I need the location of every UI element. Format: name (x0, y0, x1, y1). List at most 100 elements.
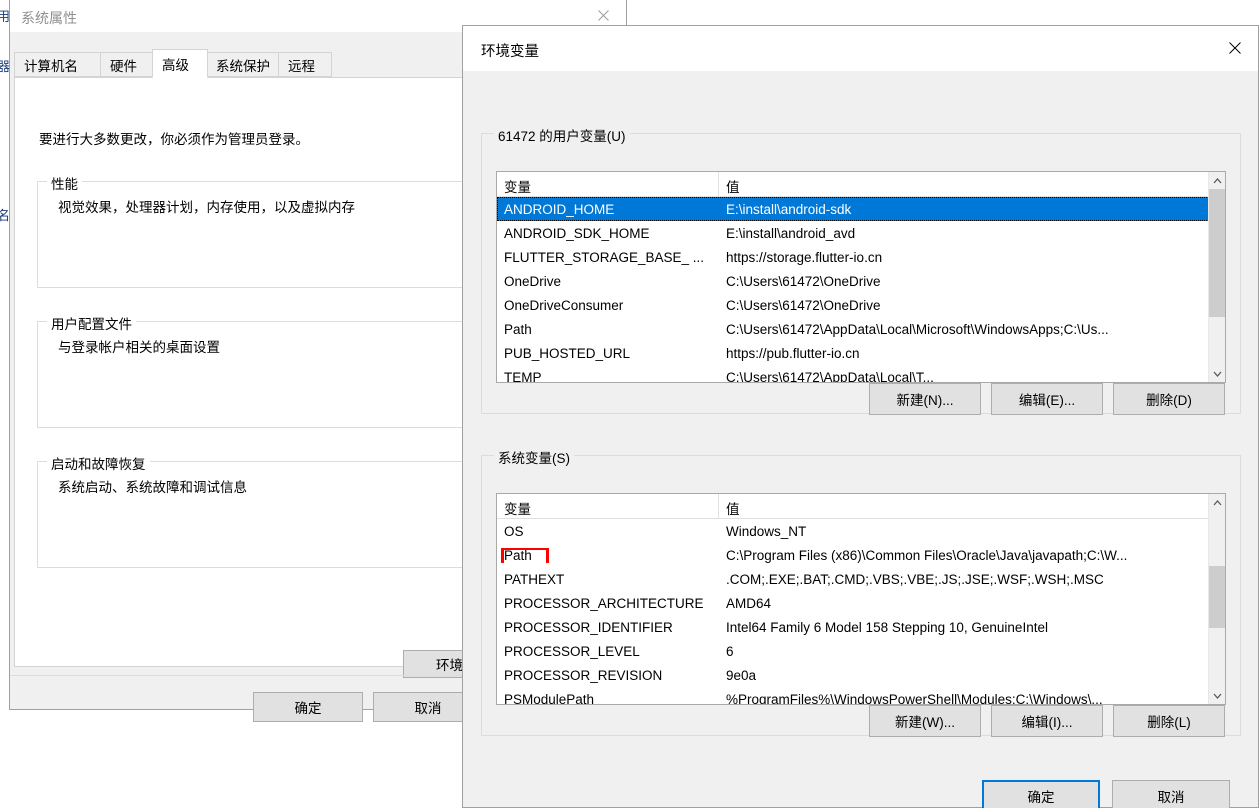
system-edit-button[interactable]: 编辑(I)... (991, 705, 1103, 737)
system-variables-scroll-thumb[interactable] (1209, 566, 1225, 628)
variable-name: OneDriveConsumer (504, 297, 624, 313)
variable-value: AMD64 (726, 595, 772, 611)
performance-group-label: 性能 (47, 173, 82, 193)
system-variables-scrollbar[interactable] (1208, 494, 1225, 704)
variable-value: E:\install\android_avd (726, 225, 856, 241)
variable-name-cell: Path (497, 547, 719, 563)
chevron-up-icon[interactable] (1209, 172, 1225, 189)
system-new-button[interactable]: 新建(W)... (869, 705, 981, 737)
screen: 用 器 名 系统属性 计算机名 硬件 高级 系统保护 远程 要进行大多数更改，你… (0, 0, 1259, 808)
tab-computer-name[interactable]: 计算机名 (14, 52, 102, 77)
table-row[interactable]: PROCESSOR_REVISION 9e0a (497, 663, 1225, 687)
variable-name: OneDrive (504, 273, 562, 289)
background-fragment-3: 名 (0, 208, 9, 223)
user-delete-button[interactable]: 删除(D) (1113, 383, 1225, 415)
table-row[interactable]: ANDROID_HOME E:\install\android-sdk (497, 197, 1225, 221)
variable-name: PUB_HOSTED_URL (504, 345, 631, 361)
tab-remote[interactable]: 远程 (278, 52, 332, 77)
tab-system-protection[interactable]: 系统保护 (206, 52, 280, 77)
variable-name: PROCESSOR_REVISION (504, 667, 663, 683)
user-profiles-group-text: 与登录帐户相关的桌面设置 (58, 340, 220, 355)
table-row[interactable]: PROCESSOR_IDENTIFIER Intel64 Family 6 Mo… (497, 615, 1225, 639)
variable-value: %ProgramFiles%\WindowsPowerShell\Modules… (726, 691, 1103, 705)
user-variables-group-label: 61472 的用户变量(U) (494, 125, 630, 145)
variable-name: PROCESSOR_ARCHITECTURE (504, 595, 704, 611)
environment-variables-title: 环境变量 (481, 44, 539, 60)
system-variables-list[interactable]: 变量 值 OS Windows_NT Path C:\Program Files… (496, 493, 1226, 705)
user-variables-col-name[interactable]: 变量 (497, 172, 719, 197)
system-delete-button[interactable]: 删除(L) (1113, 705, 1225, 737)
variable-name: Path (504, 547, 532, 563)
variable-name: FLUTTER_STORAGE_BASE_ ... (504, 249, 705, 265)
table-row[interactable]: Path C:\Program Files (x86)\Common Files… (497, 543, 1225, 567)
user-variables-rows: ANDROID_HOME E:\install\android-sdk ANDR… (497, 197, 1225, 382)
system-properties-title: 系统属性 (21, 10, 77, 26)
table-row[interactable]: FLUTTER_STORAGE_BASE_ ... https://storag… (497, 245, 1225, 269)
variable-value: C:\Program Files (x86)\Common Files\Orac… (726, 547, 1128, 563)
user-variables-list[interactable]: 变量 值 ANDROID_HOME E:\install\android-sdk… (496, 171, 1226, 383)
variable-name: PATHEXT (504, 571, 565, 587)
variable-name: ANDROID_HOME (504, 201, 615, 217)
startup-recovery-group-text: 系统启动、系统故障和调试信息 (58, 480, 247, 495)
table-row[interactable]: PUB_HOSTED_URL https://pub.flutter-io.cn (497, 341, 1225, 365)
table-row[interactable]: PROCESSOR_LEVEL 6 (497, 639, 1225, 663)
user-new-button[interactable]: 新建(N)... (869, 383, 981, 415)
table-row[interactable]: Path C:\Users\61472\AppData\Local\Micros… (497, 317, 1225, 341)
variable-value: 9e0a (726, 667, 757, 683)
system-variables-col-name[interactable]: 变量 (497, 494, 719, 519)
variable-value: C:\Users\61472\AppData\Local\T... (726, 369, 934, 383)
system-variables-group-label: 系统变量(S) (494, 447, 574, 467)
variable-name: PROCESSOR_IDENTIFIER (504, 619, 673, 635)
variable-value: 6 (726, 643, 734, 659)
background-fragment-2: 器 (0, 59, 9, 74)
environment-variables-titlebar[interactable]: 环境变量 (463, 26, 1258, 71)
variable-value: E:\install\android-sdk (726, 201, 852, 217)
system-properties-ok-button[interactable]: 确定 (253, 692, 363, 722)
user-edit-button[interactable]: 编辑(E)... (991, 383, 1103, 415)
user-variables-col-value[interactable]: 值 (719, 172, 1225, 197)
background-window-sliver[interactable]: 用 器 名 (0, 0, 9, 808)
system-variables-rows: OS Windows_NT Path C:\Program Files (x86… (497, 519, 1225, 704)
environment-variables-dialog: 环境变量 61472 的用户变量(U) 变量 值 ANDROID_HOME E:… (462, 25, 1259, 808)
tab-advanced[interactable]: 高级 (152, 49, 208, 78)
user-variables-scroll-thumb[interactable] (1209, 189, 1225, 317)
variable-value: .COM;.EXE;.BAT;.CMD;.VBS;.VBE;.JS;.JSE;.… (726, 571, 1104, 587)
chevron-up-icon[interactable] (1209, 494, 1225, 511)
variable-name: TEMP (504, 369, 542, 383)
variable-value: C:\Users\61472\AppData\Local\Microsoft\W… (726, 321, 1109, 337)
chevron-down-icon[interactable] (1209, 365, 1225, 382)
variable-value: https://pub.flutter-io.cn (726, 345, 860, 361)
user-variables-scrollbar[interactable] (1208, 172, 1225, 382)
variable-value: Intel64 Family 6 Model 158 Stepping 10, … (726, 619, 1048, 635)
startup-recovery-group-label: 启动和故障恢复 (47, 453, 150, 473)
environment-variables-content: 61472 的用户变量(U) 变量 值 ANDROID_HOME E:\inst… (463, 71, 1258, 808)
table-row[interactable]: PATHEXT .COM;.EXE;.BAT;.CMD;.VBS;.VBE;.J… (497, 567, 1225, 591)
system-variables-col-value[interactable]: 值 (719, 494, 1225, 519)
chevron-down-icon[interactable] (1209, 687, 1225, 704)
variable-value: https://storage.flutter-io.cn (726, 249, 883, 265)
tab-hardware[interactable]: 硬件 (100, 52, 154, 77)
table-row[interactable]: ANDROID_SDK_HOME E:\install\android_avd (497, 221, 1225, 245)
table-row[interactable]: OneDrive C:\Users\61472\OneDrive (497, 269, 1225, 293)
table-row[interactable]: PSModulePath %ProgramFiles%\WindowsPower… (497, 687, 1225, 705)
variable-name: PSModulePath (504, 691, 595, 705)
variable-name: ANDROID_SDK_HOME (504, 225, 650, 241)
table-row[interactable]: TEMP C:\Users\61472\AppData\Local\T... (497, 365, 1225, 383)
table-row[interactable]: PROCESSOR_ARCHITECTURE AMD64 (497, 591, 1225, 615)
admin-notice-text: 要进行大多数更改，你必须作为管理员登录。 (39, 132, 309, 147)
user-profiles-group-label: 用户配置文件 (47, 313, 136, 333)
table-row[interactable]: OS Windows_NT (497, 519, 1225, 543)
variable-name: Path (504, 321, 532, 337)
performance-group-text: 视觉效果，处理器计划，内存使用，以及虚拟内存 (58, 200, 355, 215)
variable-name: PROCESSOR_LEVEL (504, 643, 640, 659)
close-icon[interactable] (1212, 26, 1258, 70)
environment-ok-button[interactable]: 确定 (982, 780, 1100, 808)
user-variables-list-header: 变量 值 (497, 172, 1225, 197)
system-variables-list-header: 变量 值 (497, 494, 1225, 519)
background-fragment-1: 用 (0, 9, 9, 24)
variable-name: OS (504, 523, 524, 539)
variable-value: C:\Users\61472\OneDrive (726, 297, 881, 313)
variable-value: C:\Users\61472\OneDrive (726, 273, 881, 289)
table-row[interactable]: OneDriveConsumer C:\Users\61472\OneDrive (497, 293, 1225, 317)
environment-cancel-button[interactable]: 取消 (1112, 780, 1230, 808)
